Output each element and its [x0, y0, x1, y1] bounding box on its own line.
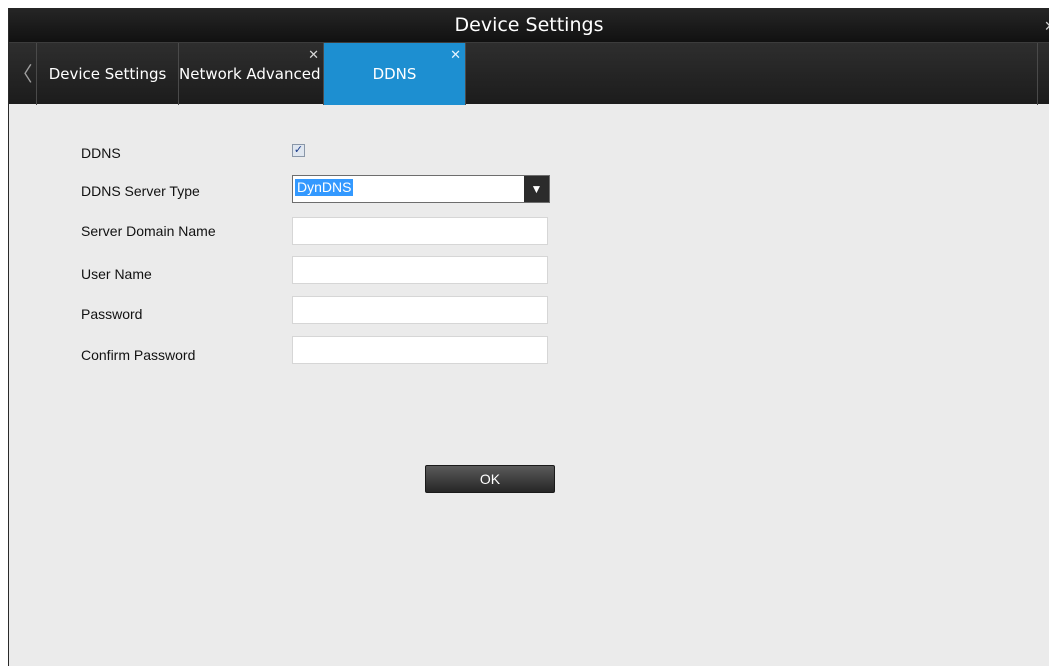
tab-label: Device Settings — [48, 65, 167, 83]
server-type-label: DDNS Server Type — [81, 183, 200, 199]
screen-top-margin — [0, 0, 1049, 8]
tab-device-settings[interactable]: Device Settings — [37, 43, 179, 105]
confirm-password-input[interactable] — [292, 336, 548, 364]
ddns-enable-checkbox[interactable]: ✓ — [292, 144, 305, 157]
device-settings-window: Device Settings × 〈 Device Settings Netw… — [8, 8, 1049, 666]
tab-network-advanced[interactable]: Network Advanced ✕ — [179, 43, 324, 105]
confirm-password-label: Confirm Password — [81, 347, 196, 363]
window-title: Device Settings — [454, 14, 604, 36]
tab-close-icon[interactable]: ✕ — [450, 49, 461, 62]
password-label: Password — [81, 306, 143, 322]
tab-bar-end — [1037, 43, 1049, 105]
ddns-label: DDNS — [81, 145, 121, 161]
dropdown-arrow-icon[interactable]: ▼ — [524, 176, 549, 202]
tab-close-icon[interactable]: ✕ — [308, 49, 319, 62]
tab-scroll-left-icon[interactable]: 〈 — [9, 43, 37, 105]
server-domain-input[interactable] — [292, 217, 548, 245]
tab-label: DDNS — [372, 65, 417, 83]
title-bar: Device Settings × — [9, 8, 1049, 42]
server-domain-label: Server Domain Name — [81, 223, 216, 239]
server-type-select[interactable]: DynDNS ▼ — [292, 175, 550, 203]
server-type-selected-value: DynDNS — [295, 179, 354, 196]
tab-ddns[interactable]: DDNS ✕ — [324, 43, 466, 105]
close-icon[interactable]: × — [1044, 16, 1049, 37]
ok-button[interactable]: OK — [425, 465, 555, 493]
password-input[interactable] — [292, 296, 548, 324]
user-name-input[interactable] — [292, 256, 548, 284]
user-name-label: User Name — [81, 266, 152, 282]
tab-bar: 〈 Device Settings Network Advanced ✕ DDN… — [9, 42, 1049, 105]
tab-label: Network Advanced — [179, 65, 321, 83]
